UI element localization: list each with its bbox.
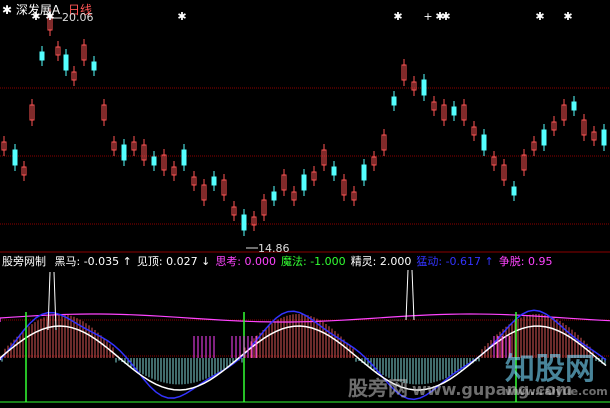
- signal-star-icon: ✱: [441, 10, 450, 23]
- candle-body: [301, 174, 307, 191]
- candle-body: [421, 79, 427, 96]
- signal-star-icon: ✱: [535, 10, 544, 23]
- indicator-title: 股旁网制: [2, 255, 46, 268]
- stock-name: 深发展A: [15, 3, 61, 17]
- indicator-item-5: 猛动: -0.617 ↑: [416, 255, 494, 268]
- candle-body: [241, 214, 247, 231]
- indicator-item-0: 黑马: -0.035 ↑: [54, 255, 132, 268]
- indicator-item-2: 思考: 0.000: [215, 255, 277, 268]
- indicator-legend: 股旁网制 黑马: -0.035 ↑ 见顶: 0.027 ↓ 思考: 0.000 魔法:…: [2, 255, 562, 268]
- candle-body: [601, 129, 607, 146]
- candle-body: [181, 149, 187, 166]
- candle-body: [151, 156, 157, 166]
- candle-body: [391, 96, 397, 106]
- indicator-item-4: 精灵: 2.000: [350, 255, 412, 268]
- top-left-star-icon: ✱: [2, 3, 13, 17]
- candle-body: [211, 176, 217, 186]
- price-high-label: 20.06: [62, 11, 94, 24]
- candle-body: [91, 61, 97, 71]
- stock-chart[interactable]: ✱ ✱ ✱ ✱ + ✱✱ ✱ ✱: [0, 0, 610, 408]
- watermark-right: 知股网 www.raiyue.com: [505, 352, 608, 398]
- candle-body: [541, 129, 547, 146]
- price-low-label: 14.86: [258, 242, 290, 255]
- candle-body: [63, 54, 69, 71]
- candle-body: [361, 164, 367, 181]
- peak-marker: [405, 269, 409, 321]
- peak-marker: [53, 271, 57, 331]
- candle-body: [571, 101, 577, 111]
- signal-star-icon: ✱: [393, 10, 402, 23]
- candle-body: [121, 144, 127, 161]
- indicator-item-1: 见顶: 0.027 ↓: [136, 255, 211, 268]
- signal-star-icon: ✱: [563, 10, 572, 23]
- candle-body: [511, 186, 517, 196]
- candle-body: [12, 149, 18, 166]
- indicator-item-6: 争脱: 0.95: [498, 255, 553, 268]
- candle-body: [481, 134, 487, 151]
- candle-body: [451, 106, 457, 116]
- candle-body: [331, 166, 337, 176]
- candle-body: [271, 191, 277, 201]
- signal-star-icon: ✱: [177, 10, 186, 23]
- indicator-item-3: 魔法: -1.000: [281, 255, 346, 268]
- signal-star-icon: +: [423, 10, 432, 23]
- candle-body: [39, 51, 45, 61]
- peak-marker: [411, 269, 415, 321]
